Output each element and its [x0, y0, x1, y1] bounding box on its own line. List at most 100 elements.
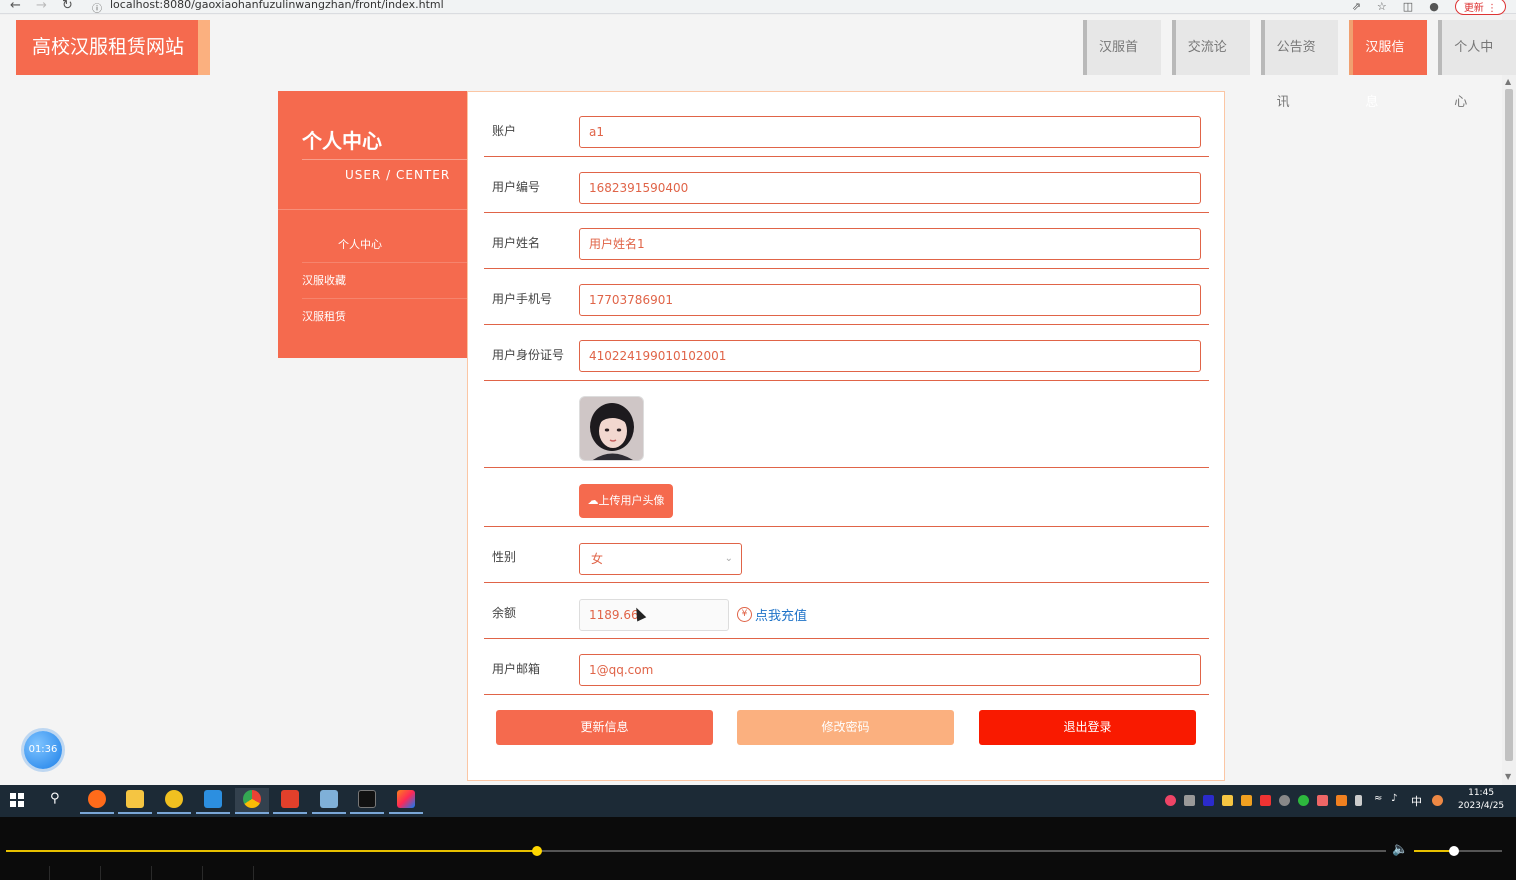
- scroll-up-icon[interactable]: ▲: [1505, 77, 1511, 86]
- scroll-down-icon[interactable]: ▼: [1505, 772, 1511, 781]
- player-control-slot[interactable]: [152, 866, 203, 880]
- terminal-icon[interactable]: [350, 788, 384, 814]
- gender-label: 性别: [492, 550, 517, 564]
- profile-form: 账户 a1 用户编号 1682391590400 用户姓名 用户姓名1 用户手机…: [467, 91, 1225, 781]
- nav-hanfu-info[interactable]: 汉服信息: [1349, 20, 1428, 110]
- clock-date: 2023/4/25: [1458, 801, 1505, 811]
- recording-timer[interactable]: 01:36: [24, 731, 62, 769]
- chevron-down-icon: ⌄: [724, 553, 733, 564]
- windows-start-icon[interactable]: [10, 793, 24, 807]
- sidebar-item-user-center[interactable]: 个人中心: [302, 227, 467, 263]
- user-no-input[interactable]: 1682391590400: [579, 172, 1201, 204]
- reload-icon[interactable]: ↻: [62, 0, 73, 13]
- tray-app-icon[interactable]: [1165, 795, 1176, 806]
- tray-sogou-icon[interactable]: [1432, 795, 1443, 806]
- upload-avatar-button[interactable]: ☁上传用户头像: [579, 484, 673, 518]
- windows-taskbar: ⚲ ≈ ♪ 中 11:45 2023/4/25: [0, 785, 1516, 817]
- nav-news[interactable]: 公告资讯: [1260, 20, 1339, 110]
- sidepanel-icon[interactable]: ◫: [1403, 0, 1413, 13]
- site-logo[interactable]: 高校汉服租赁网站: [16, 20, 210, 75]
- wechat-icon[interactable]: [1298, 795, 1309, 806]
- tray-security-icon[interactable]: [1260, 795, 1271, 806]
- update-info-button[interactable]: 更新信息: [496, 710, 713, 745]
- user-name-input[interactable]: 用户姓名1: [579, 228, 1201, 260]
- browser-toolbar: ← → ↻ ⓘ localhost:8080/gaoxiaohanfuzulin…: [0, 0, 1516, 15]
- volume-level: [1414, 850, 1454, 852]
- logout-button[interactable]: 退出登录: [979, 710, 1196, 745]
- balance-input[interactable]: 1189.66: [579, 599, 729, 631]
- playback-handle[interactable]: [532, 846, 542, 856]
- gender-select[interactable]: 女 ⌄: [579, 543, 742, 575]
- idcard-input[interactable]: 410224199010102001: [579, 340, 1201, 372]
- browser-update-button[interactable]: 更新 ⋮: [1454, 0, 1506, 15]
- phone-input[interactable]: 17703786901: [579, 284, 1201, 316]
- user-name-label: 用户姓名: [492, 236, 541, 250]
- volume-icon[interactable]: 🔈: [1392, 842, 1408, 857]
- email-label: 用户邮箱: [492, 662, 541, 676]
- sidebar-item-favorites[interactable]: 汉服收藏: [302, 263, 467, 299]
- user-avatar: [579, 396, 644, 461]
- upload-row: ☁上传用户头像: [484, 468, 1209, 527]
- address-bar[interactable]: localhost:8080/gaoxiaohanfuzulinwangzhan…: [110, 0, 444, 11]
- account-input[interactable]: a1: [579, 116, 1201, 148]
- player-control-slot[interactable]: [0, 866, 50, 880]
- site-info-icon[interactable]: ⓘ: [92, 0, 102, 15]
- email-input[interactable]: 1@qq.com: [579, 654, 1201, 686]
- title-divider: [302, 159, 467, 160]
- change-password-button[interactable]: 修改密码: [737, 710, 954, 745]
- intellij-icon[interactable]: [389, 788, 423, 814]
- recharge-link[interactable]: ¥ 点我充值: [737, 605, 807, 624]
- firefox-icon[interactable]: [80, 788, 114, 814]
- page-scrollbar[interactable]: ▲ ▼: [1502, 75, 1516, 785]
- speaker-icon[interactable]: ♪: [1391, 793, 1397, 804]
- back-icon[interactable]: ←: [10, 0, 21, 13]
- sidebar-divider: [278, 209, 467, 210]
- system-clock[interactable]: 11:45 2023/4/25: [1458, 787, 1504, 813]
- player-control-slot[interactable]: [50, 866, 101, 880]
- nav-user-center[interactable]: 个人中心: [1438, 20, 1516, 110]
- upload-label: 上传用户头像: [598, 494, 665, 507]
- nav-forum[interactable]: 交流论坛: [1171, 20, 1250, 110]
- balance-row: 余额 1189.66 ¥ 点我充值: [484, 583, 1209, 639]
- sidebar-subtitle: USER / CENTER: [345, 168, 451, 182]
- tray-folder-icon[interactable]: [1222, 795, 1233, 806]
- search-icon[interactable]: ⚲: [50, 791, 60, 806]
- user-no-row: 用户编号 1682391590400: [484, 157, 1209, 213]
- hbuilder-icon[interactable]: [157, 788, 191, 814]
- update-label: 更新: [1463, 3, 1484, 14]
- nav-home[interactable]: 汉服首页: [1083, 20, 1161, 110]
- tray-network-tool-icon[interactable]: [1184, 795, 1195, 806]
- player-control-slot[interactable]: [203, 866, 254, 880]
- file-explorer-icon[interactable]: [118, 788, 152, 814]
- video-player-bar: 🔈: [0, 817, 1516, 880]
- tray-shield-icon[interactable]: [1241, 795, 1252, 806]
- gender-row: 性别 女 ⌄: [484, 527, 1209, 583]
- account-row: 账户 a1: [484, 92, 1209, 157]
- battery-icon[interactable]: [1355, 795, 1362, 806]
- recharge-label: 点我充值: [755, 609, 808, 624]
- tray-ime-icon[interactable]: [1203, 795, 1214, 806]
- tray-gpu-icon[interactable]: [1279, 795, 1290, 806]
- wps-icon[interactable]: [273, 788, 307, 814]
- balance-label: 余额: [492, 606, 517, 620]
- chrome-icon[interactable]: [235, 788, 269, 814]
- scrollbar-thumb[interactable]: [1505, 89, 1513, 761]
- profile-icon[interactable]: ●: [1429, 0, 1439, 13]
- phone-label: 用户手机号: [492, 292, 553, 306]
- forward-icon[interactable]: →: [36, 0, 47, 13]
- tray-tool-icon[interactable]: [1336, 795, 1347, 806]
- idcard-label: 用户身份证号: [492, 348, 565, 362]
- form-actions: 更新信息 修改密码 退出登录: [496, 710, 1196, 746]
- top-navigation: 汉服首页 交流论坛 公告资讯 汉服信息 个人中心: [1083, 20, 1516, 110]
- ime-indicator[interactable]: 中: [1411, 793, 1422, 809]
- notepad-icon[interactable]: [312, 788, 346, 814]
- tray-qq-icon[interactable]: [1317, 795, 1328, 806]
- sidebar-item-rentals[interactable]: 汉服租赁: [302, 299, 467, 335]
- gender-value: 女: [591, 552, 604, 566]
- bookmark-star-icon[interactable]: ☆: [1377, 0, 1387, 13]
- player-control-slot[interactable]: [101, 866, 152, 880]
- share-icon[interactable]: ⇗: [1352, 0, 1361, 13]
- wifi-icon[interactable]: ≈: [1374, 793, 1382, 804]
- volume-handle[interactable]: [1449, 846, 1459, 856]
- vscode-icon[interactable]: [196, 788, 230, 814]
